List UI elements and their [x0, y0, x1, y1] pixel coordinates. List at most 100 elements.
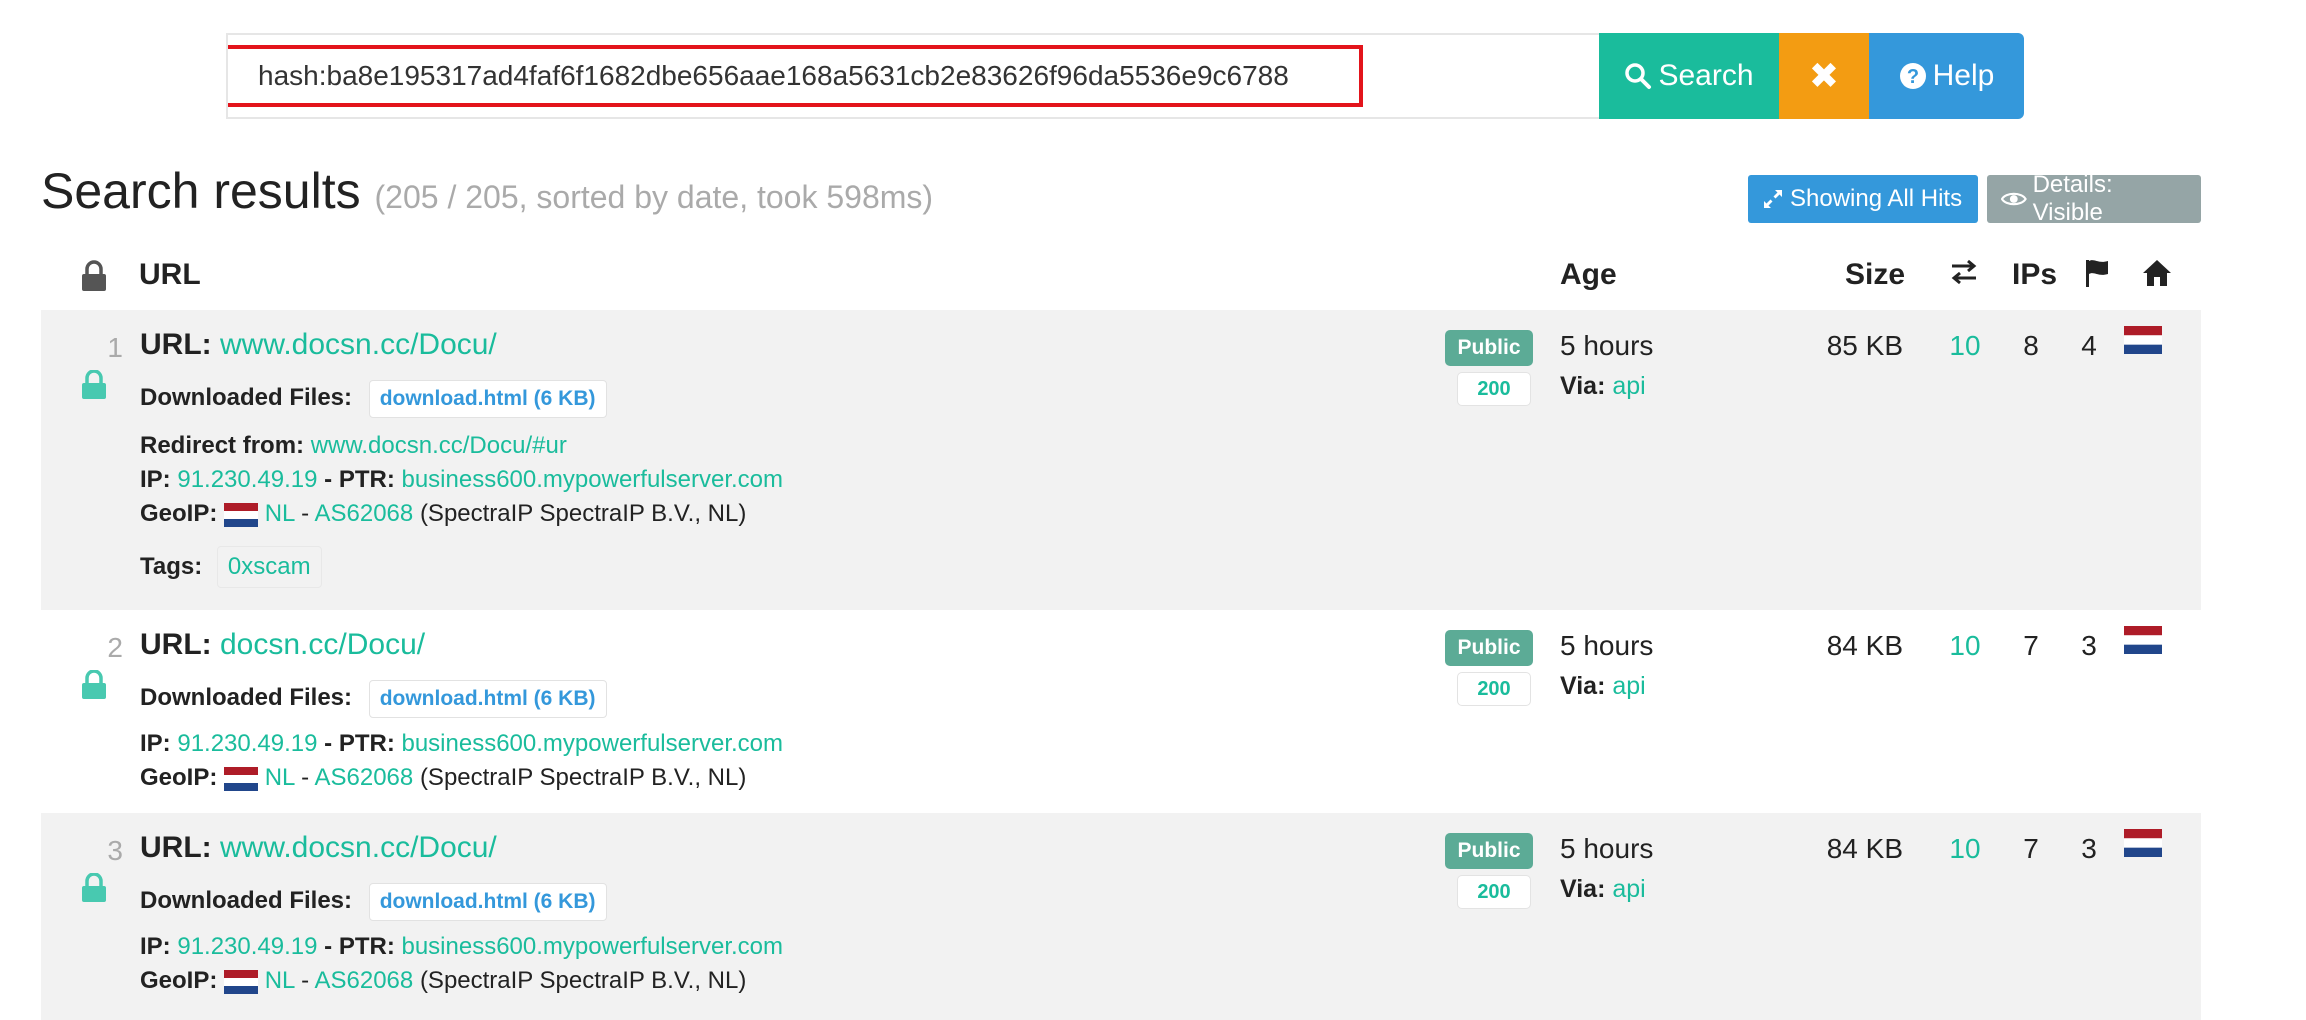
- countries-count: 3: [2081, 630, 2097, 661]
- geo-as-link[interactable]: AS62068: [315, 967, 414, 994]
- ip-link[interactable]: 91.230.49.19: [177, 466, 317, 493]
- col-header-size[interactable]: Size: [1845, 258, 1905, 292]
- ips-count: 7: [2023, 833, 2039, 864]
- url-link[interactable]: www.docsn.cc/Docu/: [220, 831, 497, 864]
- geo-country-link[interactable]: NL: [265, 967, 295, 994]
- tags-line: Tags: 0xscam: [140, 546, 322, 588]
- flag-icon[interactable]: [2084, 258, 2110, 296]
- page-title: Search results (205 / 205, sorted by dat…: [41, 162, 933, 220]
- geoip-line: GeoIP: NL - AS62068 (SpectraIP SpectraIP…: [140, 764, 746, 792]
- row-number: 1: [107, 332, 123, 363]
- url-link[interactable]: www.docsn.cc/Docu/: [220, 328, 497, 361]
- lock-icon: [80, 369, 108, 405]
- status-badge: 200: [1457, 672, 1531, 706]
- geoip-label: GeoIP:: [140, 500, 218, 527]
- nl-flag-icon: [2124, 626, 2162, 659]
- search-box: [226, 33, 1599, 119]
- status-badge: 200: [1457, 875, 1531, 909]
- via-link[interactable]: api: [1612, 372, 1645, 400]
- ptr-link[interactable]: business600.mypowerfulserver.com: [401, 730, 783, 757]
- help-button[interactable]: ? Help: [1869, 33, 2024, 119]
- eye-icon: [2001, 192, 2027, 206]
- showing-all-hits-label: Showing All Hits: [1790, 185, 1963, 212]
- ptr-link[interactable]: business600.mypowerfulserver.com: [401, 466, 783, 493]
- requests-count[interactable]: 10: [1945, 833, 1985, 865]
- ip-link[interactable]: 91.230.49.19: [177, 933, 317, 960]
- ip-line: IP: 91.230.49.19 - PTR: business600.mypo…: [140, 730, 783, 758]
- lock-icon: [80, 872, 108, 908]
- nl-flag-icon: [224, 969, 259, 994]
- col-header-ips[interactable]: IPs: [2012, 258, 2057, 292]
- geo-dash: -: [301, 967, 310, 994]
- search-input[interactable]: [228, 45, 1363, 107]
- visibility-badge: Public: [1445, 630, 1533, 666]
- requests-count[interactable]: 10: [1945, 330, 1985, 362]
- nl-flag-icon: [2124, 326, 2162, 359]
- geoip-line: GeoIP: NL - AS62068 (SpectraIP SpectraIP…: [140, 967, 746, 995]
- downloaded-files-label: Downloaded Files:: [140, 684, 353, 711]
- geo-dash: -: [301, 764, 310, 791]
- exchange-icon[interactable]: [1948, 258, 1980, 294]
- requests-count[interactable]: 10: [1945, 630, 1985, 662]
- row-number: 2: [107, 632, 123, 663]
- search-button[interactable]: Search: [1599, 33, 1779, 119]
- col-header-age[interactable]: Age: [1560, 258, 1617, 292]
- status-badge: 200: [1457, 372, 1531, 406]
- countries-count: 3: [2081, 833, 2097, 864]
- downloaded-file-link[interactable]: download.html (6 KB): [368, 380, 607, 418]
- results-title-text: Search results: [41, 163, 361, 219]
- nl-flag-icon: [224, 502, 259, 527]
- via-label: Via:: [1560, 672, 1606, 700]
- downloaded-files-label: Downloaded Files:: [140, 887, 353, 914]
- geo-country-link[interactable]: NL: [265, 764, 295, 791]
- via-link[interactable]: api: [1612, 875, 1645, 903]
- details-visible-button[interactable]: Details: Visible: [1987, 171, 2201, 226]
- downloaded-file-link[interactable]: download.html (6 KB): [368, 680, 607, 718]
- nl-flag-icon: [224, 766, 259, 791]
- ips-count: 7: [2023, 630, 2039, 661]
- url-label: URL:: [140, 328, 212, 361]
- downloaded-files-line: Downloaded Files: download.html (6 KB): [140, 883, 607, 921]
- lock-icon: [80, 669, 108, 705]
- geoip-line: GeoIP: NL - AS62068 (SpectraIP SpectraIP…: [140, 500, 746, 528]
- details-visible-label: Details: Visible: [2032, 171, 2113, 226]
- search-bar: Search ✖ ? Help: [226, 33, 2024, 119]
- ip-label: IP:: [140, 466, 171, 493]
- age-value: 5 hours: [1560, 630, 1654, 661]
- ips-count: 8: [2023, 330, 2039, 361]
- via-link[interactable]: api: [1612, 672, 1645, 700]
- ip-link[interactable]: 91.230.49.19: [177, 730, 317, 757]
- geoip-label: GeoIP:: [140, 764, 218, 791]
- showing-all-hits-button[interactable]: Showing All Hits: [1748, 175, 1978, 223]
- redirect-link[interactable]: www.docsn.cc/Docu/#ur: [311, 432, 567, 459]
- tags-label: Tags:: [140, 553, 203, 580]
- ip-label: IP:: [140, 933, 171, 960]
- geo-country-link[interactable]: NL: [265, 500, 295, 527]
- via-label: Via:: [1560, 372, 1606, 400]
- downloaded-file-link[interactable]: download.html (6 KB): [368, 883, 607, 921]
- clear-button[interactable]: ✖: [1779, 33, 1869, 119]
- geo-as-link[interactable]: AS62068: [315, 500, 414, 527]
- downloaded-files-line: Downloaded Files: download.html (6 KB): [140, 380, 607, 418]
- table-row: 3 URL: www.docsn.cc/Docu/ Downloaded Fil…: [41, 813, 2201, 1020]
- table-row: 2 URL: docsn.cc/Docu/ Downloaded Files: …: [41, 610, 2201, 813]
- via-label: Via:: [1560, 875, 1606, 903]
- ptr-link[interactable]: business600.mypowerfulserver.com: [401, 933, 783, 960]
- via-line: Via: api: [1560, 875, 1646, 904]
- svg-text:?: ?: [1907, 66, 1919, 88]
- countries-count: 4: [2081, 330, 2097, 361]
- via-line: Via: api: [1560, 372, 1646, 401]
- ptr-label: - PTR:: [324, 730, 395, 757]
- url-label: URL:: [140, 831, 212, 864]
- geo-org: (SpectraIP SpectraIP B.V., NL): [419, 500, 747, 527]
- url-link[interactable]: docsn.cc/Docu/: [220, 628, 425, 661]
- home-icon[interactable]: [2141, 258, 2173, 296]
- ptr-label: - PTR:: [324, 933, 395, 960]
- geo-as-link[interactable]: AS62068: [315, 764, 414, 791]
- via-line: Via: api: [1560, 672, 1646, 701]
- size-value: 84 KB: [1826, 630, 1903, 661]
- url-label: URL:: [140, 628, 212, 661]
- tag-link[interactable]: 0xscam: [216, 546, 322, 588]
- col-header-url[interactable]: URL: [139, 258, 201, 292]
- results-meta: (205 / 205, sorted by date, took 598ms): [374, 179, 934, 215]
